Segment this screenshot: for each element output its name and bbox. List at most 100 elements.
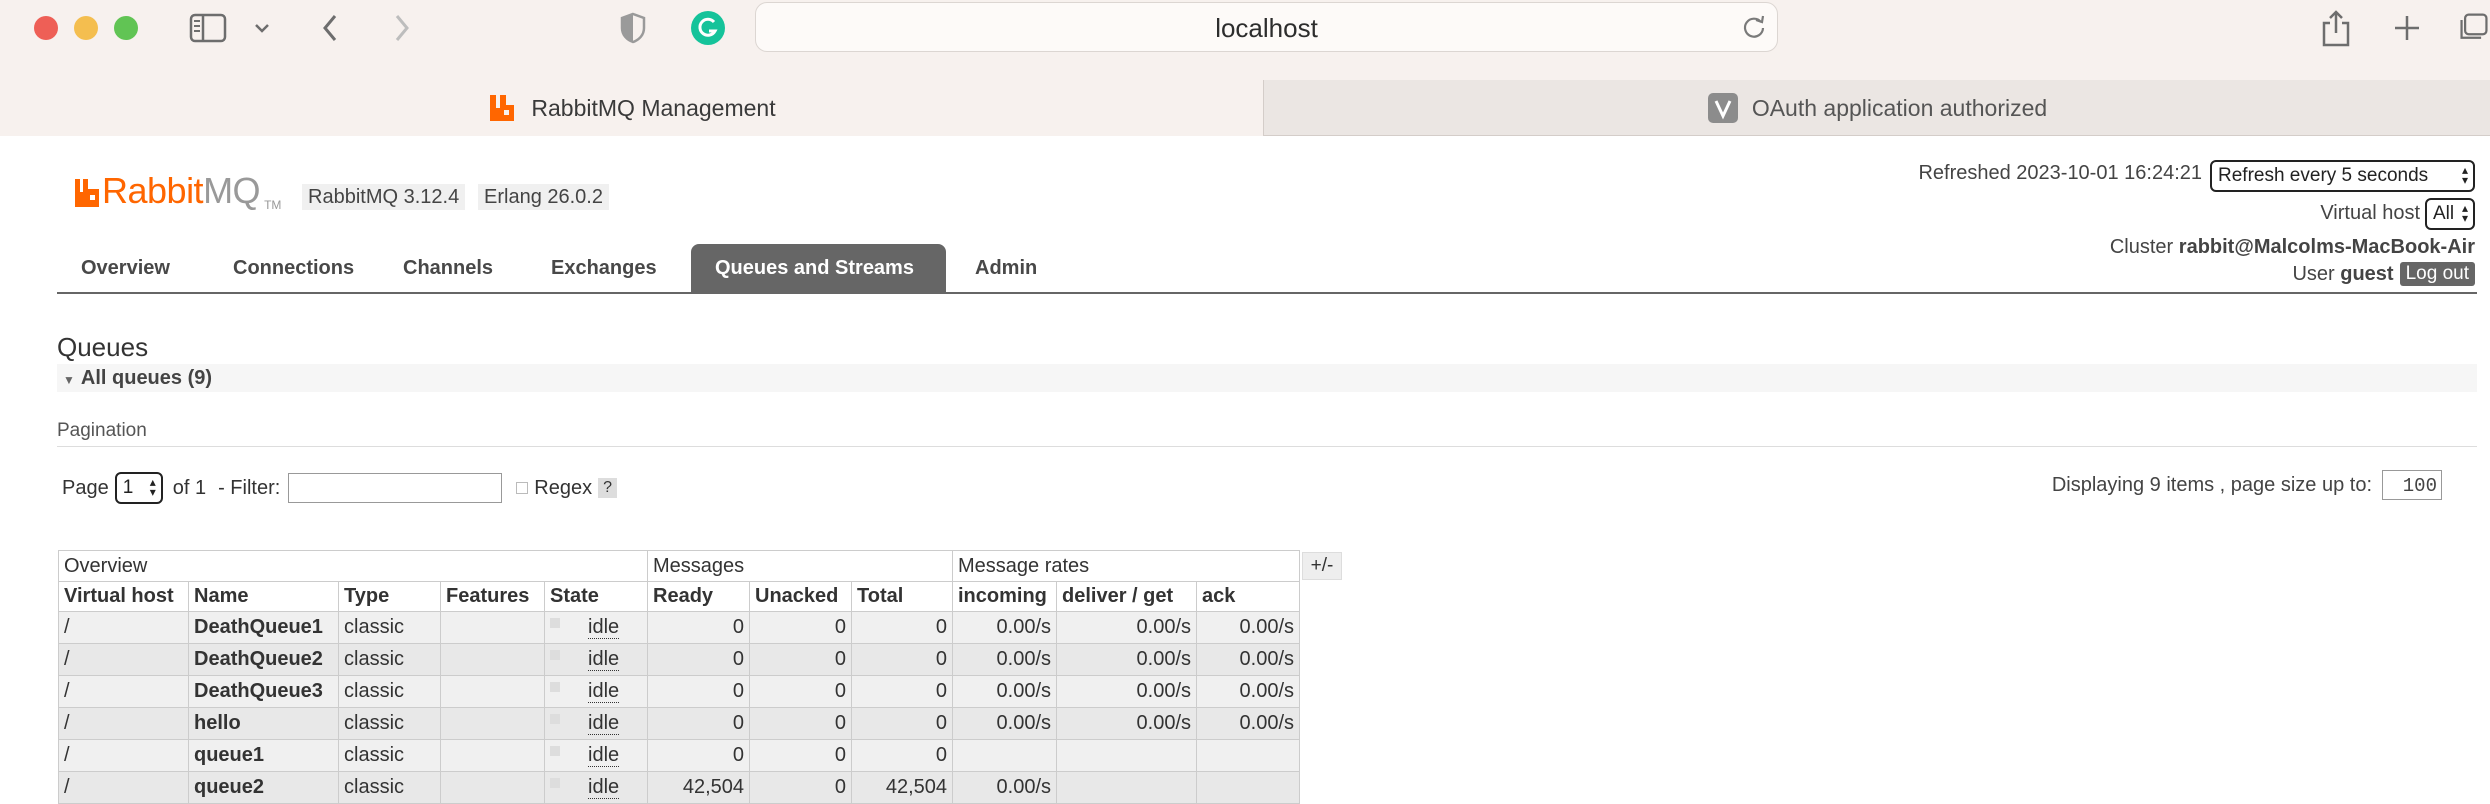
- nav-overview[interactable]: Overview: [57, 244, 194, 292]
- refresh-interval-select[interactable]: Refresh every 5 seconds ▴ ▾: [2210, 160, 2475, 192]
- state-text: idle: [588, 776, 620, 799]
- col-deliver-get[interactable]: deliver / get: [1056, 581, 1197, 612]
- queue-name-link[interactable]: DeathQueue3: [188, 675, 339, 708]
- share-icon[interactable]: [2318, 8, 2354, 48]
- page-label: Page: [62, 476, 109, 499]
- col-incoming[interactable]: incoming: [952, 581, 1057, 612]
- cell-unacked: 0: [749, 707, 852, 740]
- queue-name-link[interactable]: hello: [188, 707, 339, 740]
- logo-text-mq: MQ: [203, 170, 261, 211]
- table-row: / DeathQueue3 classic idle 0 0 0 0.00/s …: [58, 675, 1300, 708]
- cell-state: idle: [544, 675, 648, 708]
- cell-total: 0: [851, 611, 953, 644]
- cell-incoming: 0.00/s: [952, 643, 1057, 676]
- cell-ack: 0.00/s: [1196, 611, 1300, 644]
- cell-state: idle: [544, 739, 648, 772]
- cell-total: 0: [851, 675, 953, 708]
- rabbitmq-page: Rabbit MQ TM RabbitMQ 3.12.4 Erlang 26.0.2…: [0, 136, 2490, 804]
- cell-vhost: /: [58, 771, 189, 804]
- state-indicator-icon: [550, 650, 560, 660]
- back-arrow-icon[interactable]: [318, 8, 342, 48]
- zoom-window-button[interactable]: [114, 16, 138, 40]
- cell-deliver-get: 0.00/s: [1056, 675, 1197, 708]
- nav-channels[interactable]: Channels: [379, 244, 517, 292]
- rabbitmq-logo[interactable]: Rabbit MQ TM: [74, 170, 281, 212]
- reload-icon[interactable]: [1741, 14, 1767, 45]
- tab-overview-icon[interactable]: [2458, 8, 2490, 48]
- cell-unacked: 0: [749, 643, 852, 676]
- cell-ack: [1196, 771, 1300, 804]
- all-queues-section-toggle[interactable]: ▼ All queues (9): [57, 364, 2477, 392]
- select-arrows-icon: ▴ ▾: [2461, 201, 2468, 225]
- grammarly-icon[interactable]: [690, 8, 726, 48]
- col-virtual-host[interactable]: Virtual host: [58, 581, 189, 612]
- refresh-interval-value: Refresh every 5 seconds: [2218, 165, 2429, 186]
- privacy-shield-icon[interactable]: [618, 8, 648, 48]
- tab-oauth-authorized[interactable]: OAuth application authorized: [1265, 80, 2490, 136]
- cell-total: 42,504: [851, 771, 953, 804]
- column-options-button[interactable]: +/-: [1302, 552, 1342, 580]
- erlang-version: Erlang 26.0.2: [478, 184, 609, 210]
- cell-ack: 0.00/s: [1196, 643, 1300, 676]
- regex-help-button[interactable]: ?: [598, 478, 618, 498]
- table-row: / DeathQueue1 classic idle 0 0 0 0.00/s …: [58, 611, 1300, 644]
- cell-type: classic: [338, 707, 441, 740]
- state-text: idle: [588, 712, 620, 735]
- nav-admin[interactable]: Admin: [951, 244, 1061, 292]
- cell-deliver-get: 0.00/s: [1056, 643, 1197, 676]
- cell-incoming: 0.00/s: [952, 611, 1057, 644]
- pagination-controls: Page 1 ▴ ▾ of 1 - Filter: Regex ?: [62, 472, 618, 504]
- cell-deliver-get: [1056, 771, 1197, 804]
- sidebar-toggle-icon[interactable]: [188, 8, 228, 48]
- chevron-down-icon[interactable]: [250, 8, 274, 48]
- minimize-window-button[interactable]: [74, 16, 98, 40]
- cell-features: [440, 707, 545, 740]
- state-text: idle: [588, 616, 620, 639]
- col-ready[interactable]: Ready: [647, 581, 750, 612]
- queue-name-link[interactable]: DeathQueue2: [188, 643, 339, 676]
- browser-tab-bar: RabbitMQ Management OAuth application au…: [0, 80, 2490, 136]
- logo-text-rabbit: Rabbit: [102, 170, 204, 211]
- col-name[interactable]: Name: [188, 581, 339, 612]
- nav-connections[interactable]: Connections: [209, 244, 378, 292]
- cell-features: [440, 643, 545, 676]
- page-size-input[interactable]: 100: [2382, 470, 2442, 500]
- cell-ready: 0: [647, 707, 750, 740]
- page-select-value: 1: [122, 477, 134, 498]
- cell-incoming: 0.00/s: [952, 771, 1057, 804]
- cell-unacked: 0: [749, 675, 852, 708]
- cell-vhost: /: [58, 643, 189, 676]
- cell-type: classic: [338, 771, 441, 804]
- forward-arrow-icon[interactable]: [390, 8, 414, 48]
- state-text: idle: [588, 744, 620, 767]
- page-select[interactable]: 1 ▴ ▾: [114, 472, 163, 504]
- regex-checkbox[interactable]: [516, 482, 529, 494]
- col-total[interactable]: Total: [851, 581, 953, 612]
- tab-rabbitmq-management[interactable]: RabbitMQ Management: [0, 80, 1264, 136]
- queue-name-link[interactable]: queue1: [188, 739, 339, 772]
- queue-name-link[interactable]: DeathQueue1: [188, 611, 339, 644]
- cell-unacked: 0: [749, 611, 852, 644]
- nav-exchanges[interactable]: Exchanges: [527, 244, 681, 292]
- close-window-button[interactable]: [34, 16, 58, 40]
- address-bar[interactable]: localhost: [755, 2, 1778, 52]
- virtual-host-select[interactable]: All ▴ ▾: [2425, 198, 2475, 230]
- cell-type: classic: [338, 643, 441, 676]
- cell-incoming: 0.00/s: [952, 707, 1057, 740]
- col-unacked[interactable]: Unacked: [749, 581, 852, 612]
- cell-features: [440, 739, 545, 772]
- cell-ack: [1196, 739, 1300, 772]
- table-row: / DeathQueue2 classic idle 0 0 0 0.00/s …: [58, 643, 1300, 676]
- browser-toolbar: localhost: [0, 0, 2490, 80]
- new-tab-plus-icon[interactable]: [2390, 8, 2424, 48]
- nav-queues-and-streams[interactable]: Queues and Streams: [691, 244, 946, 292]
- cell-vhost: /: [58, 611, 189, 644]
- queue-name-link[interactable]: queue2: [188, 771, 339, 804]
- col-ack[interactable]: ack: [1196, 581, 1300, 612]
- col-type[interactable]: Type: [338, 581, 441, 612]
- col-state[interactable]: State: [544, 581, 648, 612]
- filter-input[interactable]: [288, 473, 503, 503]
- cell-features: [440, 611, 545, 644]
- table-row: / queue1 classic idle 0 0 0: [58, 739, 1300, 772]
- cell-ready: 0: [647, 739, 750, 772]
